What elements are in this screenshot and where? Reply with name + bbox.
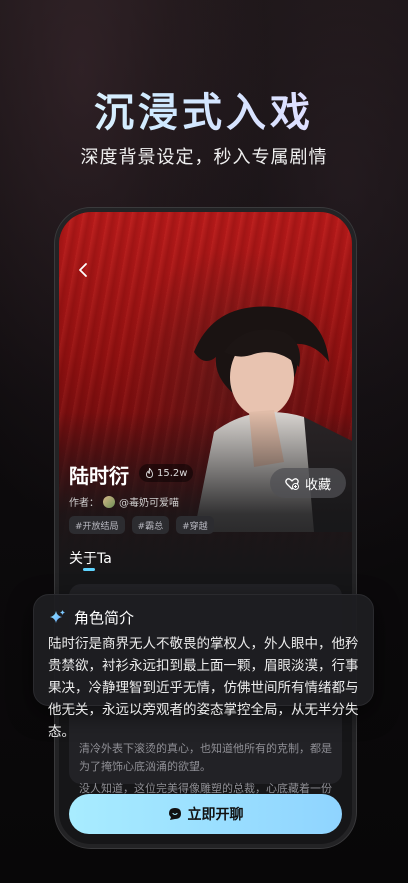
start-chat-label: 立即开聊	[187, 807, 244, 823]
headline: 沉浸式入戏	[0, 80, 408, 138]
phone-mockup: 陆时衍 15.2w 收藏 作者： @毒奶可爱喵 #开放结局 #霸总 #穿越 关于…	[55, 208, 356, 848]
chat-bubble-icon	[168, 808, 181, 820]
character-name: 陆时衍	[69, 464, 129, 488]
tag-chip[interactable]: #穿越	[176, 516, 214, 534]
author-name[interactable]: @毒奶可爱喵	[119, 494, 179, 509]
about-paragraph: 清冷外表下滚烫的真心，也知道他所有的克制，都是为了掩饰心底汹涌的欲望。	[79, 742, 332, 773]
favorite-add-icon	[285, 477, 299, 490]
favorite-button[interactable]: 收藏	[270, 468, 346, 498]
tag-chip[interactable]: #开放结局	[69, 516, 125, 534]
author-avatar	[103, 495, 115, 508]
author-row: 作者： @毒奶可爱喵	[69, 494, 179, 509]
start-chat-button[interactable]: 立即开聊	[69, 794, 342, 834]
tab-active-indicator	[83, 568, 95, 571]
flame-icon	[146, 468, 153, 478]
tag-list: #开放结局 #霸总 #穿越	[69, 516, 214, 534]
chevron-left-icon	[79, 263, 87, 277]
intro-title: 角色简介	[74, 609, 135, 627]
intro-header: 角色简介	[48, 607, 134, 628]
heat-count: 15.2w	[157, 467, 188, 479]
character-intro-card: 角色简介 陆时衍是商界无人不敬畏的掌权人，外人眼中，他矜贵禁欲，衬衫永远扣到最上…	[33, 594, 374, 740]
subheadline: 深度背景设定，秒入专属剧情	[80, 147, 328, 168]
author-label: 作者：	[69, 498, 99, 509]
favorite-label: 收藏	[304, 477, 331, 493]
tag-chip[interactable]: #霸总	[131, 516, 170, 534]
heat-badge: 15.2w	[139, 464, 194, 482]
back-button[interactable]	[69, 256, 97, 284]
intro-body: 陆时衍是商界无人不敬畏的掌权人，外人眼中，他矜贵禁欲，衬衫永远扣到最上面一颗，眉…	[48, 636, 359, 740]
sparkle-icon	[50, 609, 65, 623]
tab-about[interactable]: 关于Ta	[69, 548, 112, 568]
